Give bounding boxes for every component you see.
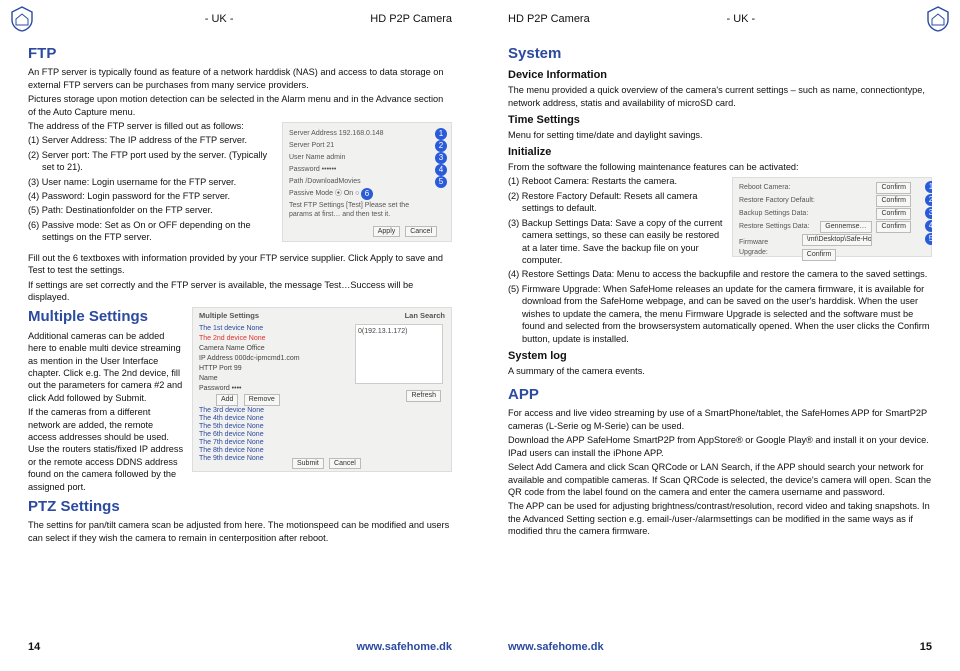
- fig-cancel-button: Cancel: [405, 226, 437, 237]
- footer-right: www.safehome.dk 15: [508, 634, 932, 655]
- ftp-heading: FTP: [28, 44, 452, 64]
- syslog-p1: A summary of the camera events.: [508, 365, 932, 377]
- fig-password: Password ••••••: [289, 165, 431, 174]
- init-i5: (5) Firmware Upgrade: When SafeHome rele…: [508, 283, 932, 345]
- badge-3-icon: 3: [435, 152, 447, 164]
- devinfo-heading: Device Information: [508, 68, 932, 83]
- sysfig-r2l: Restore Factory Default:: [739, 196, 815, 205]
- msfig-row1: The 1st device None: [199, 324, 263, 333]
- badge-r2-icon: 2: [925, 194, 932, 206]
- sysfig-r5b: Confirm: [802, 249, 837, 260]
- msfig-ip: IP Address 000dc-ipmcmd1.com: [199, 354, 300, 363]
- sysfig-r4m: Gennemse…: [820, 221, 871, 232]
- badge-2-icon: 2: [435, 140, 447, 152]
- app-p2: Download the APP SafeHome SmartP2P from …: [508, 434, 932, 459]
- header-title: HD P2P Camera: [370, 12, 452, 27]
- footer-left: 14 www.safehome.dk: [28, 634, 452, 655]
- fig-path: Path /DownloadMovies: [289, 177, 431, 186]
- msfig-add-button: Add: [216, 394, 238, 405]
- msfig-lan-result: 0(192.13.1.172): [355, 324, 443, 384]
- msfig-refresh-button: Refresh: [406, 390, 441, 401]
- safehome-logo-icon: [10, 6, 34, 32]
- app-p4: The APP can be used for adjusting bright…: [508, 500, 932, 537]
- syslog-heading: System log: [508, 349, 932, 364]
- ftp-p1: An FTP server is typically found as feat…: [28, 66, 452, 91]
- sysfig-r1l: Reboot Camera:: [739, 183, 790, 192]
- sysfig-r5m: \mt\Desktop\Safe-Home M… Gennemse…: [802, 234, 872, 245]
- safehome-logo-icon: [926, 6, 950, 32]
- footer-url-right: www.safehome.dk: [508, 640, 604, 655]
- sysfig-r5l: Firmware Upgrade:: [739, 238, 799, 257]
- header-left: - UK - HD P2P Camera: [28, 12, 452, 40]
- msfig-r9: The 9th device None: [199, 454, 264, 463]
- ptz-heading: PTZ Settings: [28, 497, 452, 517]
- badge-r3-icon: 3: [925, 207, 932, 219]
- badge-r1-icon: 1: [925, 181, 932, 193]
- content-left: FTP An FTP server is typically found as …: [28, 40, 452, 634]
- fig-passive: Passive Mode ⦿ On ○ Off: [289, 189, 431, 198]
- multiple-settings-figure: Multiple Settings Lan Search The 1st dev…: [192, 307, 452, 472]
- app-p1: For access and live video streaming by u…: [508, 407, 932, 432]
- initialize-figure: Reboot Camera: Confirm Restore Factory D…: [732, 177, 932, 257]
- badge-4-icon: 4: [435, 164, 447, 176]
- msfig-submit-button: Submit: [292, 458, 324, 469]
- msfig-row2: The 2nd device None: [199, 334, 266, 343]
- header-uk: - UK -: [205, 12, 234, 27]
- badge-5-icon: 5: [435, 176, 447, 188]
- ftp-settings-figure: Server Address 192.168.0.148 Server Port…: [282, 122, 452, 242]
- ptz-p1: The settins for pan/tilt camera scan be …: [28, 519, 452, 544]
- ftp-p2: Pictures storage upon motion detection c…: [28, 93, 452, 118]
- sysfig-r3l: Backup Settings Data:: [739, 209, 808, 218]
- time-heading: Time Settings: [508, 113, 932, 128]
- content-right: System Device Information The menu provi…: [508, 40, 932, 634]
- badge-r5-icon: 5: [925, 233, 932, 245]
- badge-r4-icon: 4: [925, 220, 932, 232]
- sysfig-r4b: Confirm: [876, 221, 911, 232]
- msfig-cancel-button: Cancel: [329, 458, 361, 469]
- ftp-p5: If settings are set correctly and the FT…: [28, 279, 452, 304]
- sysfig-r1b: Confirm: [876, 182, 911, 193]
- devinfo-p1: The menu provided a quick overview of th…: [508, 84, 932, 109]
- init-i4: (4) Restore Settings Data: Menu to acces…: [508, 268, 932, 280]
- msfig-cname: Camera Name Office: [199, 344, 265, 353]
- sysfig-r4l: Restore Settings Data:: [739, 222, 809, 231]
- init-p0: From the software the following maintena…: [508, 161, 932, 173]
- init-heading: Initialize: [508, 145, 932, 160]
- header-uk-r: - UK -: [726, 12, 755, 27]
- header-right: HD P2P Camera - UK -: [508, 12, 932, 40]
- ftp-p4: Fill out the 6 textboxes with informatio…: [28, 252, 452, 277]
- app-heading: APP: [508, 385, 932, 405]
- msfig-remove-button: Remove: [244, 394, 280, 405]
- msfig-tab-multi: Multiple Settings: [199, 311, 259, 321]
- msfig-tab-lan: Lan Search: [405, 311, 445, 321]
- fig-server-address: Server Address 192.168.0.148: [289, 129, 431, 138]
- fig-apply-button: Apply: [373, 226, 401, 237]
- page-left: - UK - HD P2P Camera FTP An FTP server i…: [0, 0, 480, 671]
- page-right: HD P2P Camera - UK - System Device Infor…: [480, 0, 960, 671]
- page-number-left: 14: [28, 640, 40, 655]
- fig-server-port: Server Port 21: [289, 141, 431, 150]
- badge-6-icon: 6: [361, 188, 373, 200]
- msfig-pwd: Password ••••: [199, 384, 241, 393]
- page-number-right: 15: [920, 640, 932, 655]
- msfig-http: HTTP Port 99: [199, 364, 242, 373]
- sysfig-r2b: Confirm: [876, 195, 911, 206]
- badge-1-icon: 1: [435, 128, 447, 140]
- fig-user-name: User Name admin: [289, 153, 431, 162]
- time-p1: Menu for setting time/date and daylight …: [508, 129, 932, 141]
- header-title-r: HD P2P Camera: [508, 12, 590, 27]
- system-heading: System: [508, 44, 932, 64]
- sysfig-r3b: Confirm: [876, 208, 911, 219]
- app-p3: Select Add Camera and click Scan QRCode …: [508, 461, 932, 498]
- footer-url-left: www.safehome.dk: [356, 640, 452, 655]
- msfig-user: Name: [199, 374, 218, 383]
- fig-test: Test FTP Settings [Test] Please set the …: [289, 201, 431, 220]
